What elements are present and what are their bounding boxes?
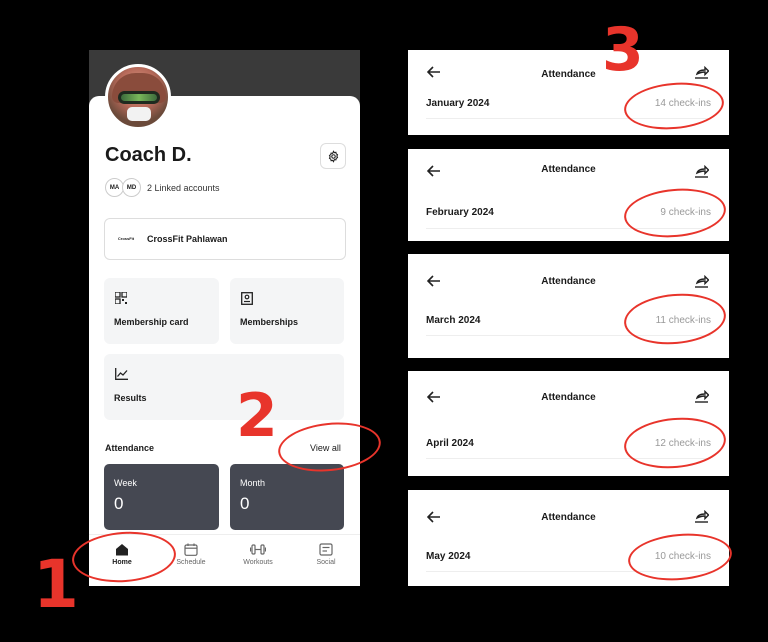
month-label: January 2024 xyxy=(426,98,490,109)
social-feed-icon xyxy=(319,543,333,556)
gear-icon xyxy=(328,149,338,163)
panel-title: Attendance xyxy=(541,164,596,175)
chart-line-icon xyxy=(115,368,128,380)
qr-code-icon xyxy=(115,292,127,304)
results-tile[interactable]: Results xyxy=(104,354,344,420)
avatar-goggles xyxy=(118,91,160,104)
avatar[interactable] xyxy=(105,64,171,130)
avatar-mask xyxy=(127,107,151,121)
panel-title: Attendance xyxy=(541,392,596,403)
week-attendance-card: Week 0 xyxy=(104,464,219,530)
month-label: March 2024 xyxy=(426,315,481,326)
results-label: Results xyxy=(114,393,147,403)
month-attendance-card: Month 0 xyxy=(230,464,344,530)
panel-title: Attendance xyxy=(541,276,596,287)
step-number-2: 2 xyxy=(236,381,278,451)
share-icon[interactable] xyxy=(694,165,709,178)
membership-card-tile[interactable]: Membership card xyxy=(104,278,219,344)
share-icon[interactable] xyxy=(694,510,709,523)
share-icon[interactable] xyxy=(694,66,709,79)
nav-social[interactable]: Social xyxy=(301,543,351,566)
attendance-heading: Attendance xyxy=(105,443,155,453)
memberships-label: Memberships xyxy=(240,317,299,327)
panel-title: Attendance xyxy=(541,512,596,523)
month-label: May 2024 xyxy=(426,551,471,562)
panel-title: Attendance xyxy=(541,69,596,80)
gym-logo: CrossFit xyxy=(117,236,135,241)
gym-name: CrossFit Pahlawan xyxy=(147,234,228,244)
membership-card-label: Membership card xyxy=(114,317,189,327)
month-label: Month xyxy=(240,478,266,488)
step-number-1: 1 xyxy=(33,546,79,623)
linked-accounts[interactable]: MA MD 2 Linked accounts xyxy=(105,178,220,197)
dumbbell-icon xyxy=(250,544,266,555)
calendar-icon xyxy=(184,543,198,556)
nav-workouts-label: Workouts xyxy=(243,559,273,566)
share-icon[interactable] xyxy=(694,390,709,403)
gym-selector[interactable]: CrossFit CrossFit Pahlawan xyxy=(104,218,346,260)
profile-screen: Coach D. MA MD 2 Linked accounts CrossFi… xyxy=(89,50,360,586)
linked-account-chip: MD xyxy=(122,178,141,197)
month-value: 0 xyxy=(240,494,250,513)
nav-workouts[interactable]: Workouts xyxy=(233,543,283,566)
nav-social-label: Social xyxy=(316,559,336,566)
week-label: Week xyxy=(114,478,137,488)
linked-accounts-label: 2 Linked accounts xyxy=(147,182,220,193)
id-card-icon xyxy=(241,292,253,305)
week-value: 0 xyxy=(114,494,124,513)
nav-schedule-label: Schedule xyxy=(176,559,206,566)
settings-button[interactable] xyxy=(320,143,346,169)
memberships-tile[interactable]: Memberships xyxy=(230,278,344,344)
share-icon[interactable] xyxy=(694,275,709,288)
profile-name: Coach D. xyxy=(105,144,192,166)
step-number-3: 3 xyxy=(602,15,644,85)
month-label: February 2024 xyxy=(426,207,494,218)
month-label: April 2024 xyxy=(426,438,474,449)
